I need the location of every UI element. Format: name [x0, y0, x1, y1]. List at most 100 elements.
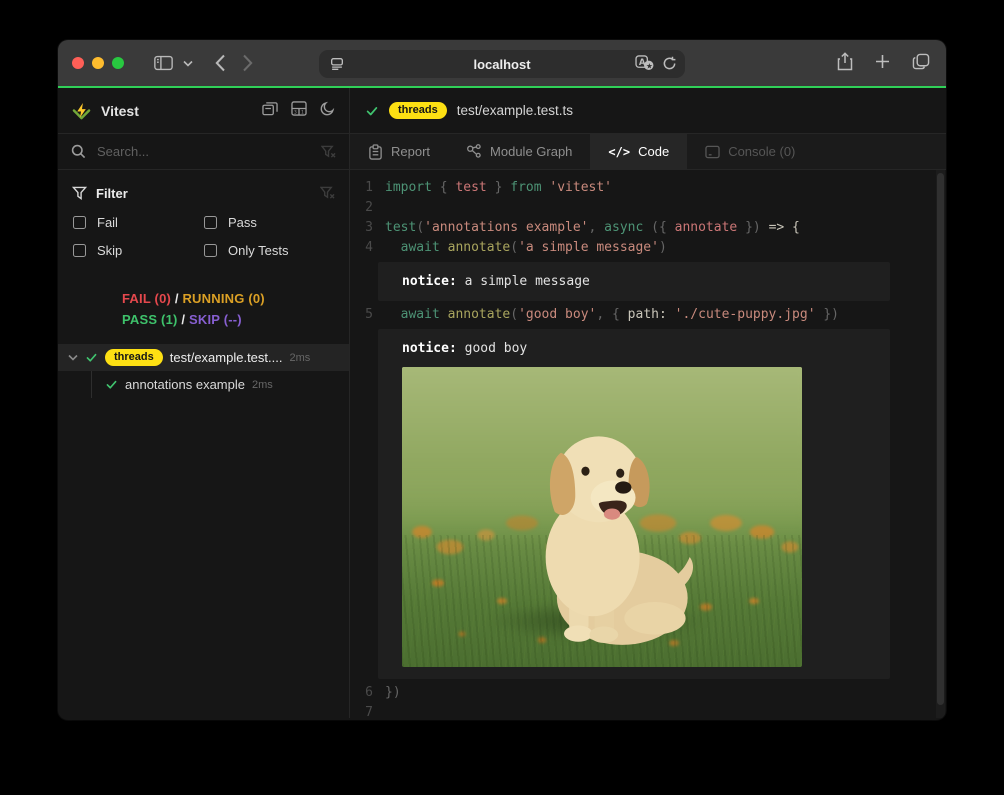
svg-text:3: 3: [294, 109, 297, 115]
search-bar: [58, 134, 349, 170]
checkbox[interactable]: [73, 244, 86, 257]
tab-console-0[interactable]: Console (0): [687, 134, 813, 169]
test-file-row[interactable]: threads test/example.test.... 2ms: [58, 344, 349, 371]
summary-segment: /: [171, 291, 182, 306]
minimize-button[interactable]: [92, 57, 104, 69]
check-icon: [365, 104, 379, 118]
line-number: 2: [358, 198, 373, 218]
share-icon[interactable]: [837, 52, 853, 76]
test-case-name: annotations example: [125, 377, 245, 392]
dashboard-icon[interactable]: 3 1: [291, 101, 307, 121]
sidebar-toggle-icon[interactable]: [154, 55, 173, 71]
translate-icon[interactable]: A ★: [635, 55, 654, 74]
summary-line-2: PASS (1) / SKIP (--): [122, 309, 349, 330]
summary-segment: PASS (1): [122, 312, 178, 327]
checkbox[interactable]: [204, 216, 217, 229]
filter-option-only-tests[interactable]: Only Tests: [204, 243, 335, 258]
chevron-down-icon[interactable]: [68, 354, 78, 361]
filter-title: Filter: [96, 186, 128, 201]
tab-code[interactable]: </>Code: [590, 134, 687, 169]
summary-line-1: FAIL (0) / RUNNING (0): [122, 288, 349, 309]
line-number: 7: [358, 703, 373, 718]
test-case-duration: 2ms: [252, 379, 273, 391]
clear-search-filter-icon[interactable]: [321, 145, 336, 159]
code-line-4: 4 await annotate('a simple message'): [358, 238, 946, 258]
line-number: 4: [358, 238, 373, 258]
checkbox[interactable]: [73, 216, 86, 229]
traffic-lights: [72, 57, 124, 69]
cute-puppy-image: [402, 367, 802, 667]
back-icon[interactable]: [215, 54, 226, 72]
forward-icon[interactable]: [242, 54, 253, 72]
code-panel: 1import { test } from 'vitest'23test('an…: [350, 170, 946, 718]
tab-module-graph[interactable]: Module Graph: [448, 134, 590, 169]
code-line-5: 5 await annotate('good boy', { path: './…: [358, 305, 946, 325]
notice-label: notice:: [402, 274, 457, 289]
line-number: 5: [358, 305, 373, 325]
tab-label: Module Graph: [490, 144, 572, 159]
address-bar[interactable]: localhost A ★: [319, 50, 685, 78]
code-line-3: 3test('annotations example', async ({ an…: [358, 218, 946, 238]
pool-badge: threads: [105, 349, 163, 366]
scrollbar-thumb[interactable]: [937, 173, 944, 705]
clear-filter-icon[interactable]: [320, 186, 335, 200]
summary-segment: /: [178, 312, 189, 327]
sidebar: Vitest 3 1: [58, 88, 350, 718]
test-tree: threads test/example.test.... 2ms annota…: [58, 344, 349, 398]
test-file-duration: 2ms: [289, 352, 310, 364]
checkbox-label: Only Tests: [228, 243, 288, 258]
console-icon: [705, 145, 720, 159]
code-line-6: 6}): [358, 683, 946, 703]
close-button[interactable]: [72, 57, 84, 69]
scrollbar-track[interactable]: [936, 170, 945, 718]
filter-option-skip[interactable]: Skip: [73, 243, 204, 258]
page-menu-icon[interactable]: [329, 56, 345, 75]
browser-toolbar: localhost A ★: [58, 40, 946, 88]
filter-section: Filter FailPass Skip Only Tests: [58, 170, 349, 272]
new-tab-icon[interactable]: [875, 54, 890, 74]
tab-label: Code: [638, 144, 669, 159]
vitest-logo-icon: [72, 102, 91, 120]
notice-text: a simple message: [457, 274, 590, 289]
sidebar-header: Vitest 3 1: [58, 88, 349, 134]
reload-icon[interactable]: [662, 56, 677, 74]
notice-label: notice:: [402, 341, 457, 356]
summary-segment: FAIL (0): [122, 291, 171, 306]
filter-options: FailPass Skip Only Tests: [72, 215, 335, 258]
file-header: threads test/example.test.ts: [350, 88, 946, 134]
filter-option-pass[interactable]: Pass: [204, 215, 335, 230]
check-icon: [85, 351, 98, 364]
notice-text: good boy: [457, 341, 527, 356]
check-icon: [105, 378, 118, 391]
test-case-row[interactable]: annotations example 2ms: [91, 371, 349, 398]
main-panel: threads test/example.test.ts Report Modul…: [350, 88, 946, 718]
filter-icon: [72, 186, 87, 200]
annotation-notice: notice: a simple message: [378, 262, 890, 301]
dark-mode-icon[interactable]: [320, 101, 335, 121]
browser-window: localhost A ★: [58, 40, 946, 720]
tab-overview-icon[interactable]: [912, 53, 930, 75]
pool-badge: threads: [389, 102, 447, 119]
tab-label: Console (0): [728, 144, 795, 159]
zoom-button[interactable]: [112, 57, 124, 69]
checkbox-label: Skip: [97, 243, 122, 258]
svg-text:★: ★: [646, 61, 653, 70]
filter-option-fail[interactable]: Fail: [73, 215, 204, 230]
annotation-notice: notice: good boy: [378, 329, 890, 679]
vitest-ui: Vitest 3 1: [58, 88, 946, 718]
collapse-tests-icon[interactable]: [262, 101, 278, 121]
line-number: 3: [358, 218, 373, 238]
code-line-7: 7: [358, 703, 946, 718]
chevron-down-icon[interactable]: [183, 60, 193, 67]
line-number: 6: [358, 683, 373, 703]
checkbox[interactable]: [204, 244, 217, 257]
svg-text:1: 1: [301, 109, 304, 115]
tab-bar: Report Module Graph </>Code Console (0): [350, 134, 946, 170]
search-input[interactable]: [95, 143, 312, 160]
code-line-1: 1import { test } from 'vitest': [358, 178, 946, 198]
tab-report[interactable]: Report: [350, 134, 448, 169]
puppy-illustration: [491, 416, 701, 651]
summary-segment: RUNNING (0): [182, 291, 264, 306]
app-title: Vitest: [101, 103, 139, 119]
run-summary: FAIL (0) / RUNNING (0) PASS (1) / SKIP (…: [58, 272, 349, 338]
